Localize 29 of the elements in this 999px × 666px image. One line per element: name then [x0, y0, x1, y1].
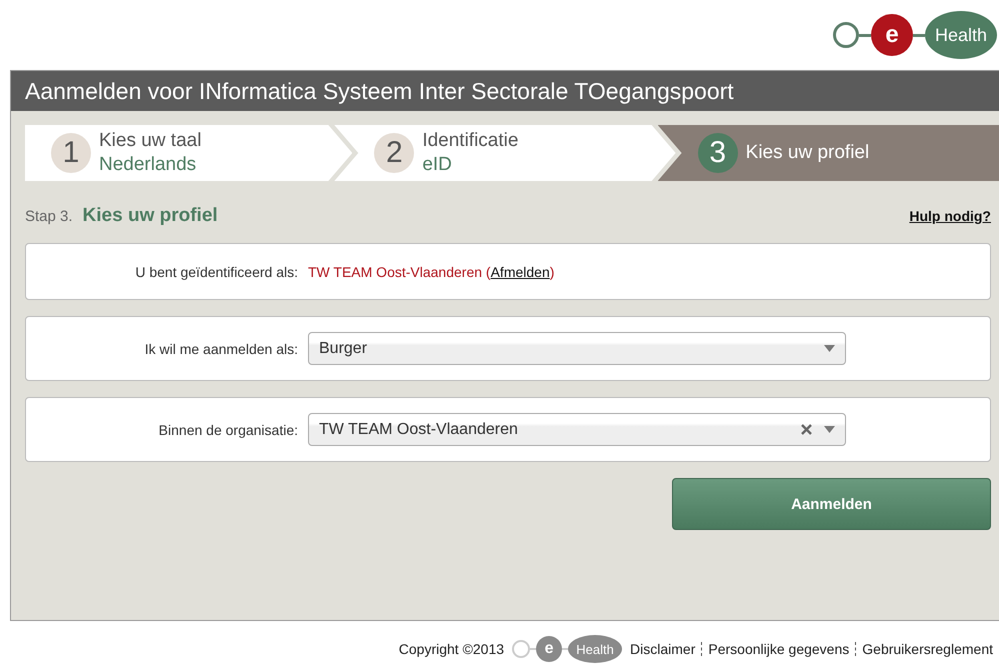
step-prefix: Stap 3. — [25, 208, 73, 225]
select-field[interactable]: Burger — [308, 332, 846, 365]
copyright-text: Copyright ©2013 — [398, 641, 504, 657]
footer-link[interactable]: Persoonlijke gegevens — [708, 641, 850, 657]
field-label: Ik wil me aanmelden als: — [144, 340, 299, 356]
select-field[interactable]: TW TEAM Oost-Vlaanderen — [308, 413, 846, 446]
step-label: Identificatie — [422, 129, 518, 153]
logout-link[interactable]: Afmelden — [490, 264, 550, 280]
clear-icon[interactable] — [801, 424, 812, 435]
window-title: Aanmelden voor INformatica Systeem Inter Sectorale TOegangspoort — [11, 71, 999, 111]
caret-icon — [824, 426, 835, 433]
footer-link[interactable]: Gebruikersreglement — [862, 641, 993, 657]
ehealth-logo: e Health — [833, 11, 997, 59]
step-number: 2 — [374, 133, 414, 173]
step-title: Kies uw profiel — [82, 205, 219, 227]
caret-icon — [824, 345, 835, 352]
identity-text: TW TEAM Oost-Vlaanderen (Afmelden) — [308, 264, 554, 280]
login-button[interactable]: Aanmelden — [672, 478, 991, 530]
field-label: Binnen de organisatie: — [158, 422, 299, 438]
footer-link[interactable]: Disclaimer — [630, 641, 696, 657]
step-number: 3 — [698, 133, 738, 173]
step-label: Kies uw profiel — [746, 141, 870, 165]
help-link[interactable]: Hulp nodig? — [909, 208, 991, 224]
identity-label: U bent geïdentificeerd als: — [134, 264, 299, 280]
step-label: Kies uw taal — [99, 129, 202, 153]
step-value: Nederlands — [99, 153, 198, 177]
step-value: eID — [422, 153, 453, 177]
step-number: 1 — [51, 133, 91, 173]
ehealth-logo: e Health — [512, 635, 622, 663]
